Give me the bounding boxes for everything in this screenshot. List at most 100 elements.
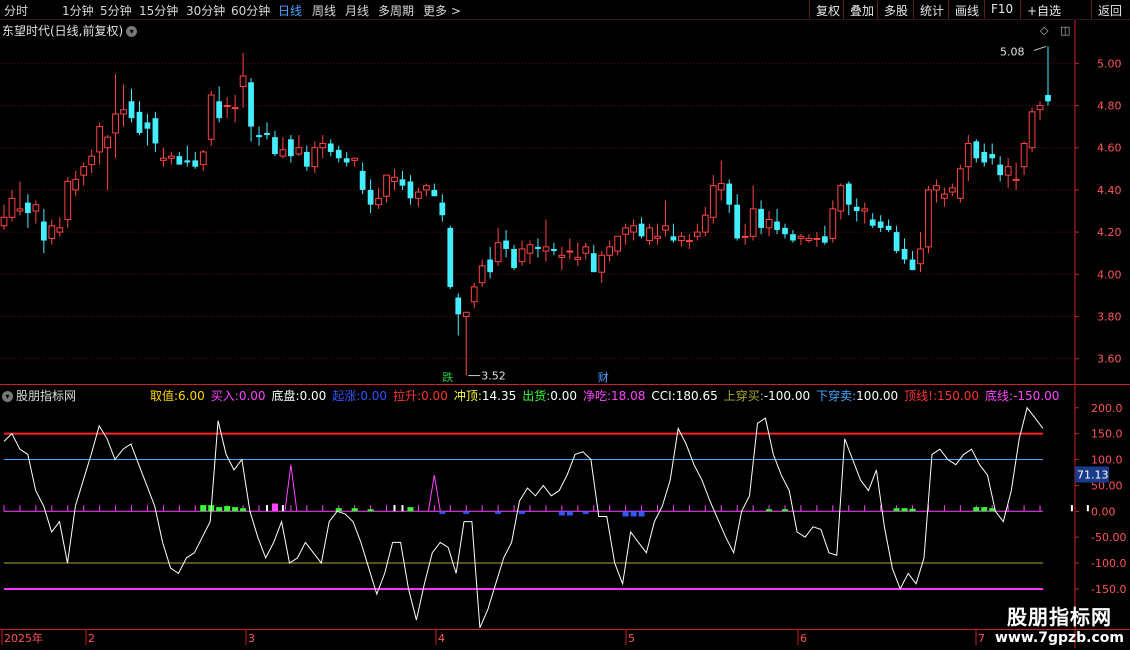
chevron-down-icon[interactable]: ▾ [2, 391, 13, 402]
candle-body-down [264, 132, 270, 136]
indicator-param: 冲顶:14.35 [454, 389, 516, 403]
candle-body-down [216, 101, 223, 119]
multi-stock-button[interactable]: 多股 [877, 0, 914, 19]
candlestick-series [0, 45, 1051, 377]
indicator-bar [208, 505, 215, 512]
candle-body-up [829, 208, 837, 239]
indicator-param-label: 拉升: [393, 389, 422, 403]
chart-grid [0, 20, 1130, 648]
candle-body-up [207, 94, 215, 140]
watermark: 股朋指标网 www.7gpzb.com [995, 601, 1124, 646]
time-axis-label: 3 [248, 632, 255, 645]
indicator-bar [558, 511, 565, 516]
candle-body-up [391, 176, 398, 182]
candle-body-down [734, 204, 741, 239]
high-price-label: 5.08 [1000, 45, 1025, 58]
diamond-icon[interactable]: ◇ [1040, 24, 1048, 37]
tab-period-1min[interactable]: 1分钟 [62, 2, 94, 19]
back-button[interactable]: 返回 [1091, 0, 1128, 19]
tab-period-multi[interactable]: 多周期 [378, 2, 414, 19]
indicator-param-label: 取值: [150, 389, 179, 403]
candle-body-up [223, 105, 231, 108]
tab-period-monthly[interactable]: 月线 [345, 2, 369, 19]
time-axis-label: 2025年 [4, 631, 43, 645]
chevron-down-icon[interactable]: ▾ [126, 26, 138, 37]
candle-body-up [279, 149, 287, 157]
tab-period-more[interactable]: 更多 > [423, 2, 461, 19]
candle-body-down [726, 183, 733, 205]
current-value-badge [1075, 466, 1109, 483]
candle-body-down [439, 202, 446, 216]
indicator-panel: 200.0 150.0 100.0 50.00 0.00 -50.00 -100.0 -150… [3, 402, 1126, 628]
add-watchlist-button[interactable]: +自选 [1020, 0, 1067, 19]
candle-body-down [303, 151, 310, 167]
candle-body-up [654, 235, 661, 239]
time-axis-label: 4 [438, 632, 445, 645]
candle-body-up [1012, 178, 1020, 181]
indicator-title[interactable]: ▾ 股朋指标网 [2, 387, 76, 404]
overlay-button[interactable]: 叠加 [843, 0, 880, 19]
candle-body-up [582, 246, 590, 254]
candle-body-down [192, 160, 199, 167]
indicator-param-label: 买入: [210, 389, 239, 403]
tab-period-15min[interactable]: 15分钟 [139, 2, 178, 19]
f10-button[interactable]: F10 [984, 0, 1019, 19]
indicator-param-label: 上穿买: [723, 389, 764, 403]
candle-body-up [956, 168, 964, 199]
candle-body-up [709, 185, 717, 218]
candle-body-up [56, 227, 64, 233]
candle-body-down [535, 246, 541, 249]
period-toolbar: 分时 1分钟 5分钟 15分钟 30分钟 60分钟 日线 周线 月线 多周期 更… [0, 0, 1130, 20]
price-tick-label: 4.20 [1097, 226, 1122, 239]
candle-body-up [805, 237, 813, 242]
time-axis-label: 2 [88, 632, 95, 645]
event-marker-finance[interactable]: 财 [598, 370, 609, 384]
candle-body-up [1020, 142, 1028, 168]
price-tick-label: 4.80 [1097, 100, 1122, 113]
indicator-bar [335, 508, 342, 512]
price-tick-label: 3.60 [1097, 353, 1122, 366]
indicator-bar [893, 508, 900, 512]
candle-body-down [782, 227, 788, 235]
tab-period-daily[interactable]: 日线 [278, 2, 302, 19]
indicator-bar [909, 508, 916, 512]
candle-body-down [821, 236, 828, 243]
indicator-param-label: 出货: [522, 389, 551, 403]
candle-body-up [167, 155, 175, 159]
candle-body-up [717, 183, 725, 191]
window-toggle-icon[interactable]: ◫ [1060, 24, 1070, 37]
indicator-param-value: 14.35 [481, 389, 517, 403]
statistics-button[interactable]: 统计 [913, 0, 950, 19]
restore-rights-button[interactable]: 复权 [809, 0, 846, 19]
candle-body-up [478, 265, 486, 284]
draw-line-button[interactable]: 画线 [948, 0, 985, 19]
indicator-tick-label: 150.0 [1091, 428, 1123, 441]
candle-body-up [415, 191, 422, 199]
candle-body-up [470, 286, 478, 303]
candle-body-down [128, 101, 135, 119]
indicator-param-value: 100.00 [856, 389, 899, 403]
candle-body-up [964, 142, 972, 168]
candle-body-up [239, 75, 247, 88]
indicator-param-value: 150.00 [937, 389, 980, 403]
chart-title[interactable]: 东望时代(日线,前复权) ▾ [2, 22, 138, 39]
event-marker-fall[interactable]: 跌 [442, 370, 453, 384]
tab-period-5min[interactable]: 5分钟 [100, 2, 132, 19]
candle-body-up [797, 235, 805, 239]
candle-body-down [845, 183, 852, 205]
tab-period-60min[interactable]: 60分钟 [231, 2, 270, 19]
indicator-bar [782, 509, 789, 512]
indicator-param-value: 0.00 [360, 389, 388, 403]
candle-body-down [288, 139, 294, 157]
candle-body-down [272, 137, 278, 155]
tab-period-30min[interactable]: 30分钟 [186, 2, 225, 19]
candle-body-up [120, 109, 127, 115]
tab-period-timeshare[interactable]: 分时 [4, 2, 28, 19]
candle-body-up [941, 193, 948, 199]
indicator-tick-label: 100.0 [1091, 454, 1123, 467]
candle-body-down [455, 297, 462, 315]
candle-body-down [790, 234, 796, 241]
time-axis-label: 5 [628, 632, 635, 645]
tab-period-weekly[interactable]: 周线 [312, 2, 336, 19]
indicator-bar [630, 511, 637, 517]
